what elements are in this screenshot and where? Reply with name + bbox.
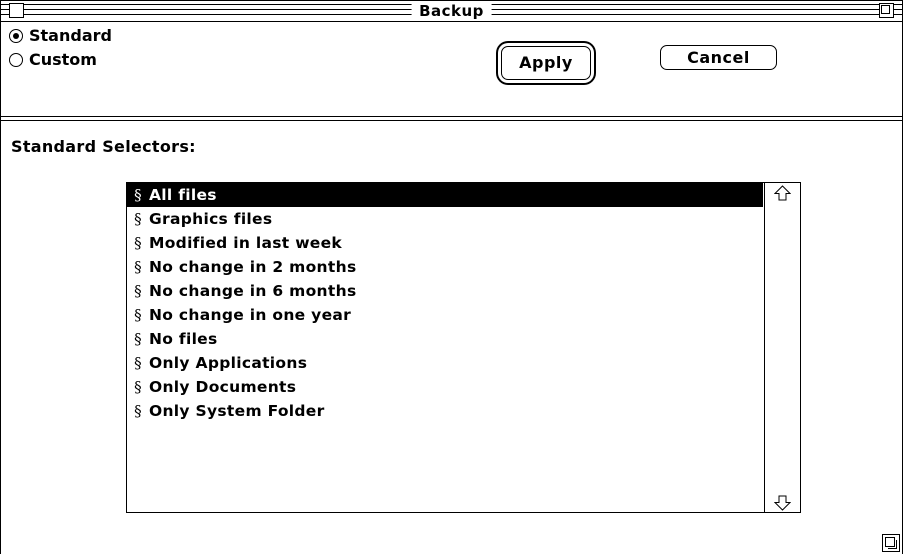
options-panel: Standard Custom Apply Cancel	[1, 22, 902, 121]
selector-marker-icon: §	[134, 402, 142, 420]
scrollbar[interactable]	[764, 183, 800, 512]
selector-marker-icon: §	[134, 378, 142, 396]
title-bar[interactable]: Backup	[1, 1, 902, 22]
list-item[interactable]: § All files	[127, 183, 763, 207]
list-item-label: No change in one year	[149, 306, 352, 324]
standard-option[interactable]: Standard	[9, 26, 112, 45]
apply-button[interactable]: Apply	[501, 46, 591, 80]
list-item-label: All files	[149, 186, 217, 204]
selector-marker-icon: §	[134, 354, 142, 372]
list-item-label: No change in 2 months	[149, 258, 357, 276]
list-item-label: Only System Folder	[149, 402, 325, 420]
list-item[interactable]: § No change in 2 months	[127, 255, 763, 279]
list-item[interactable]: § Graphics files	[127, 207, 763, 231]
panel-divider	[1, 120, 902, 121]
zoom-box-inner	[881, 5, 890, 14]
selectors-list[interactable]: § All files § Graphics files § Modified in la…	[127, 183, 763, 512]
selector-marker-icon: §	[134, 186, 142, 204]
custom-radio[interactable]	[9, 52, 23, 67]
up-arrow-icon[interactable]	[765, 183, 800, 203]
list-item[interactable]: § No change in 6 months	[127, 279, 763, 303]
list-item[interactable]: § Only Documents	[127, 375, 763, 399]
selector-marker-icon: §	[134, 282, 142, 300]
list-item-label: No files	[149, 330, 218, 348]
backup-window: Backup Standard Custom Apply Cancel Stan…	[0, 0, 903, 554]
list-item-label: Only Documents	[149, 378, 297, 396]
list-item[interactable]: § Modified in last week	[127, 231, 763, 255]
window-title: Backup	[411, 1, 492, 21]
standard-selectors-heading: Standard Selectors:	[11, 137, 196, 156]
list-item[interactable]: § No files	[127, 327, 763, 351]
zoom-box-icon[interactable]	[879, 3, 894, 18]
selector-marker-icon: §	[134, 330, 142, 348]
list-item-label: Graphics files	[149, 210, 273, 228]
selector-marker-icon: §	[134, 258, 142, 276]
list-item-label: Modified in last week	[149, 234, 343, 252]
selectors-list-box[interactable]: § All files § Graphics files § Modified in la…	[126, 182, 801, 513]
standard-radio[interactable]	[9, 28, 23, 43]
list-item[interactable]: § Only System Folder	[127, 399, 763, 423]
selector-marker-icon: §	[134, 234, 142, 252]
standard-label: Standard	[29, 26, 112, 45]
selector-marker-icon: §	[134, 306, 142, 324]
grow-box-large-square	[888, 540, 897, 549]
list-item-label: No change in 6 months	[149, 282, 357, 300]
down-arrow-icon[interactable]	[765, 492, 800, 512]
list-item[interactable]: § Only Applications	[127, 351, 763, 375]
grow-box-icon[interactable]	[882, 534, 900, 552]
close-box-icon[interactable]	[9, 3, 24, 18]
cancel-button[interactable]: Cancel	[660, 45, 777, 70]
list-item-label: Only Applications	[149, 354, 308, 372]
custom-option[interactable]: Custom	[9, 50, 97, 69]
selector-marker-icon: §	[134, 210, 142, 228]
custom-label: Custom	[29, 50, 97, 69]
list-item[interactable]: § No change in one year	[127, 303, 763, 327]
